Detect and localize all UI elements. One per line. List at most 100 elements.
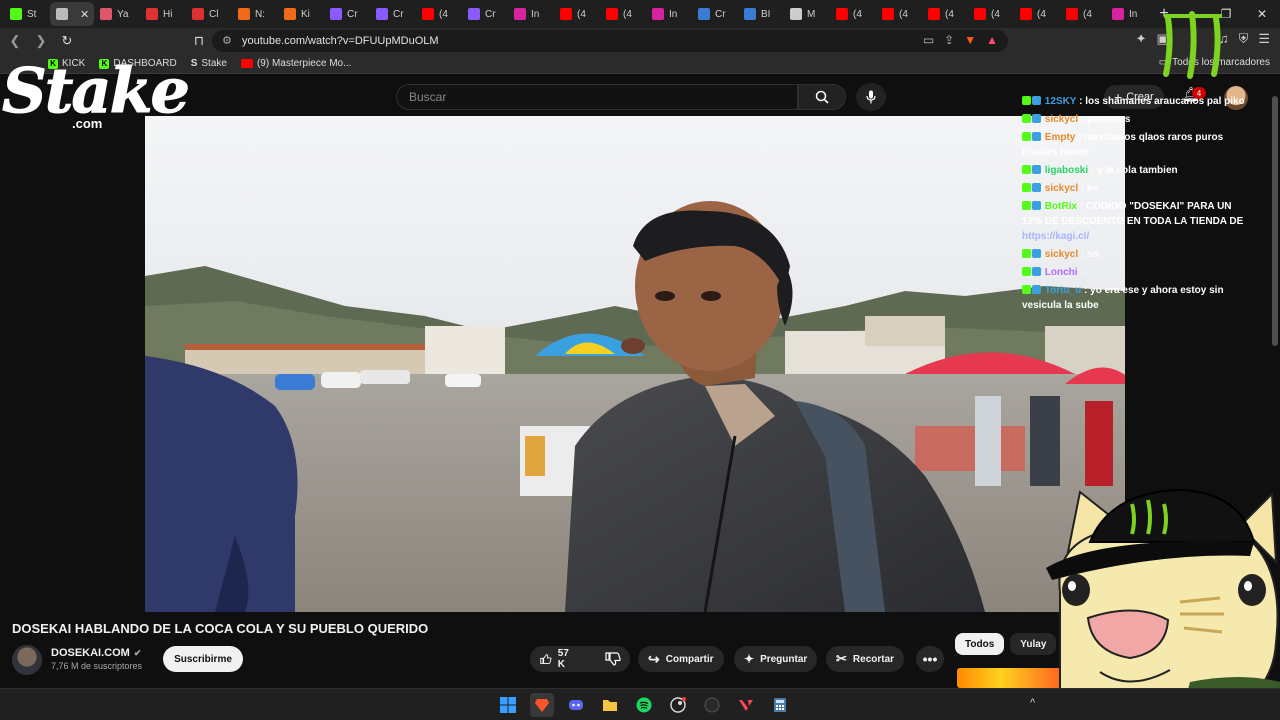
cat-mascot-overlay: [1046, 488, 1280, 720]
url-text: youtube.com/watch?v=DFUUpMDuOLM: [242, 35, 439, 47]
valorant-icon[interactable]: [734, 693, 758, 717]
search-button[interactable]: [798, 84, 846, 110]
brave-rewards-icon[interactable]: ▲: [986, 33, 998, 47]
search-input[interactable]: Buscar: [396, 84, 798, 110]
browser-tab[interactable]: (4: [600, 2, 646, 26]
more-actions-button[interactable]: •••: [916, 646, 944, 672]
discord-logo-icon: [569, 700, 583, 710]
voice-search-button[interactable]: [856, 83, 886, 111]
tab-favicon-icon: [1066, 8, 1078, 20]
cast-icon[interactable]: ▭: [923, 33, 934, 47]
extensions-icon[interactable]: ✦: [1136, 31, 1147, 47]
tab-label: Cl: [209, 8, 219, 20]
browser-tab[interactable]: (4: [1060, 2, 1106, 26]
dislike-button[interactable]: [595, 646, 631, 672]
kick-badge-icon: [1022, 183, 1031, 192]
share-icon[interactable]: ⇪: [944, 33, 954, 47]
browser-tab[interactable]: Ki: [278, 2, 324, 26]
tab-favicon-icon: [928, 8, 940, 20]
close-window-icon[interactable]: ✕: [1244, 0, 1280, 28]
chat-username: sickycl: [1044, 183, 1079, 194]
calculator-icon[interactable]: [768, 693, 792, 717]
browser-tab[interactable]: (4: [1014, 2, 1060, 26]
obs-icon[interactable]: [700, 693, 724, 717]
chat-message: BotRix : CODIGO "DOSEKAI" PARA UN 12% DE…: [1022, 201, 1244, 242]
windows-start-icon[interactable]: [496, 693, 520, 717]
chat-message: Lonchi :: [1022, 265, 1250, 280]
browser-tab[interactable]: (4: [830, 2, 876, 26]
bookmark-masterpiece[interactable]: (9) Masterpiece Mo...: [240, 58, 351, 69]
menu-icon[interactable]: ☰: [1258, 31, 1270, 47]
subscriber-badge-icon: [1032, 96, 1041, 105]
browser-tab[interactable]: Cr: [462, 2, 508, 26]
browser-tab[interactable]: Hi: [140, 2, 186, 26]
bookmarks-bar: K KICK K DASHBOARD S Stake (9) Masterpie…: [0, 54, 1280, 74]
browser-tab[interactable]: BI: [738, 2, 784, 26]
discord-icon[interactable]: [564, 693, 588, 717]
brave-icon[interactable]: [530, 693, 554, 717]
youtube-icon: [240, 59, 253, 68]
chat-username: sickycl: [1044, 114, 1079, 125]
browser-tab[interactable]: Cl: [186, 2, 232, 26]
ask-button[interactable]: ✦ Preguntar: [734, 646, 818, 672]
browser-tab[interactable]: ✕: [50, 2, 94, 26]
forward-icon[interactable]: ❯: [30, 30, 52, 52]
browser-tab[interactable]: M: [784, 2, 830, 26]
browser-tab[interactable]: In: [508, 2, 554, 26]
back-icon[interactable]: ❮: [4, 30, 26, 52]
chat-message: ligaboski : y la cola tambien: [1022, 163, 1250, 178]
video-player[interactable]: [145, 116, 1125, 612]
browser-tab[interactable]: Cr: [324, 2, 370, 26]
scissors-icon: ✂: [836, 651, 847, 666]
tab-label: (4: [899, 8, 908, 20]
browser-tab[interactable]: (4: [968, 2, 1014, 26]
tray-overflow-chevron[interactable]: ^: [1030, 697, 1035, 709]
spotify-icon[interactable]: [632, 693, 656, 717]
brave-shields-icon[interactable]: ▼: [964, 33, 976, 47]
steam-icon[interactable]: [666, 693, 690, 717]
scrollbar-thumb[interactable]: [1272, 96, 1278, 346]
channel-avatar[interactable]: [12, 645, 42, 675]
browser-tab[interactable]: St: [4, 2, 50, 26]
bookmark-icon[interactable]: ⊓: [188, 30, 210, 52]
tab-favicon-icon: [606, 8, 618, 20]
channel-name-text: DOSEKAI.COM: [51, 647, 130, 659]
browser-tab[interactable]: (4: [416, 2, 462, 26]
browser-tab[interactable]: Cr: [370, 2, 416, 26]
chat-username: sickycl: [1044, 249, 1079, 260]
kick-badge-icon: [1022, 165, 1031, 174]
browser-tab[interactable]: Ya: [94, 2, 140, 26]
file-explorer-icon[interactable]: [598, 693, 622, 717]
like-button[interactable]: 57 K: [530, 646, 583, 672]
share-button[interactable]: ↪ Compartir: [638, 646, 724, 672]
subscribe-button[interactable]: Suscribirme: [163, 646, 243, 672]
close-tab-icon[interactable]: ✕: [80, 8, 89, 21]
reload-icon[interactable]: ↻: [56, 30, 78, 52]
verified-icon: ✔: [133, 647, 142, 658]
tab-favicon-icon: [652, 8, 664, 20]
tab-label: St: [27, 8, 37, 20]
chat-message: sickycl : perrunos: [1022, 112, 1250, 127]
browser-tab[interactable]: Cr: [692, 2, 738, 26]
kick-badge-icon: [1022, 249, 1031, 258]
browser-tab[interactable]: (4: [876, 2, 922, 26]
channel-name[interactable]: DOSEKAI.COM ✔: [51, 647, 141, 659]
browser-tab[interactable]: N:: [232, 2, 278, 26]
tab-favicon-icon: [100, 8, 112, 20]
chip-todos[interactable]: Todos: [955, 633, 1005, 655]
browser-tab[interactable]: (4: [922, 2, 968, 26]
wallet-icon[interactable]: ⛨: [1239, 31, 1249, 47]
thumbs-down-icon: [605, 652, 621, 666]
address-bar[interactable]: ⚙ youtube.com/watch?v=DFUUpMDuOLM ▭ ⇪ ▼ …: [212, 30, 1008, 52]
bookmark-label: Stake: [201, 58, 227, 69]
browser-tab[interactable]: In: [646, 2, 692, 26]
browser-tab[interactable]: (4: [554, 2, 600, 26]
stake-logo-overlay: Stake .com: [2, 54, 191, 138]
bookmark-stake[interactable]: S Stake: [191, 58, 227, 69]
site-info-icon[interactable]: ⚙: [222, 34, 232, 47]
browser-tab[interactable]: In: [1106, 2, 1152, 26]
chat-username: Tortu_u: [1044, 285, 1082, 296]
subscriber-count: 7,76 M de suscriptores: [51, 661, 143, 671]
chat-text: y la cola tambien: [1097, 165, 1178, 176]
clip-button[interactable]: ✂ Recortar: [826, 646, 905, 672]
